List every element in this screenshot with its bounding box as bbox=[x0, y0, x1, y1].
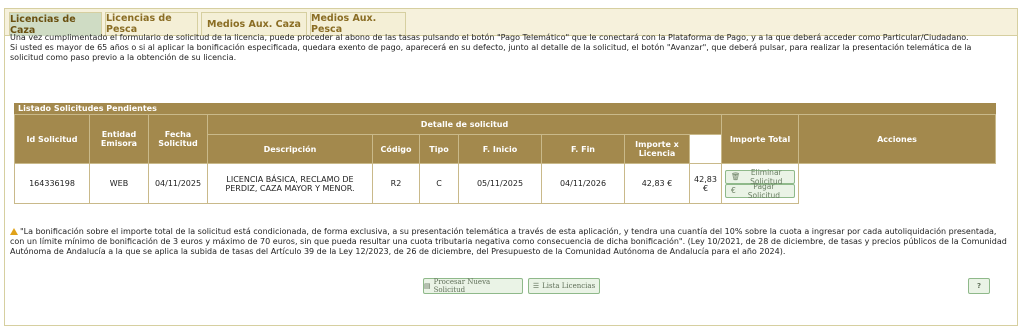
header-tipo: Tipo bbox=[419, 134, 459, 164]
procesar-label: Procesar Nueva Solicitud bbox=[433, 278, 491, 294]
header-entidad: Entidad Emisora bbox=[89, 114, 149, 164]
header-detalle: Detalle de solicitud bbox=[207, 114, 722, 135]
cell-f-inicio: 05/11/2025 bbox=[458, 163, 542, 204]
note-text: "La bonificación sobre el importe total … bbox=[10, 227, 1007, 256]
pagar-label: Pagar Solicitud bbox=[747, 181, 780, 200]
intro-text: Una vez cumplimentado el formulario de s… bbox=[10, 33, 1005, 63]
header-descripcion: Descripción bbox=[207, 134, 373, 164]
tab-medios-aux-pesca[interactable]: Medios Aux. Pesca bbox=[310, 12, 406, 35]
list-icon: ☰ bbox=[532, 282, 540, 290]
cell-f-fin: 04/11/2026 bbox=[541, 163, 625, 204]
cell-tipo: C bbox=[419, 163, 459, 204]
header-id: Id Solicitud bbox=[14, 114, 90, 164]
cell-importe-licencia: 42,83 € bbox=[624, 163, 690, 204]
intro-line-1: Una vez cumplimentado el formulario de s… bbox=[10, 33, 969, 42]
header-acciones: Acciones bbox=[798, 114, 996, 164]
cell-descripcion: LICENCIA BÁSICA, RECLAMO DE PERDIZ, CAZA… bbox=[207, 163, 373, 204]
tab-bar: Licencias de Caza Licencias de Pesca Med… bbox=[5, 9, 1017, 36]
lista-licencias-button[interactable]: ☰ Lista Licencias bbox=[528, 278, 600, 294]
header-codigo: Código bbox=[372, 134, 420, 164]
document-icon: ▤ bbox=[424, 282, 431, 290]
table-caption: Listado Solicitudes Pendientes bbox=[14, 103, 996, 114]
pagar-solicitud-button[interactable]: € Pagar Solicitud bbox=[725, 181, 795, 200]
header-f-fin: F. Fin bbox=[541, 134, 625, 164]
lista-label: Lista Licencias bbox=[542, 282, 596, 290]
table-row: 164336198 WEB 04/11/2025 LICENCIA BÁSICA… bbox=[14, 163, 996, 204]
header-fecha: Fecha Solicitud bbox=[148, 114, 208, 164]
cell-fecha: 04/11/2025 bbox=[148, 163, 208, 204]
cell-importe-total: 42,83 € bbox=[689, 163, 722, 204]
euro-icon: € bbox=[731, 186, 736, 195]
procesar-nueva-solicitud-button[interactable]: ▤ Procesar Nueva Solicitud bbox=[423, 278, 523, 294]
tab-medios-aux-caza[interactable]: Medios Aux. Caza bbox=[201, 12, 307, 35]
header-importe-licencia: Importe x Licencia bbox=[624, 134, 690, 164]
cell-id: 164336198 bbox=[14, 163, 90, 204]
bonificacion-note: "La bonificación sobre el importe total … bbox=[10, 227, 1010, 257]
help-button[interactable]: ? bbox=[968, 278, 990, 294]
cell-codigo: R2 bbox=[372, 163, 420, 204]
trash-icon: 🗑 bbox=[731, 172, 741, 181]
header-f-inicio: F. Inicio bbox=[458, 134, 542, 164]
warning-icon bbox=[10, 228, 18, 235]
pending-requests-table: Id Solicitud Entidad Emisora Fecha Solic… bbox=[14, 114, 996, 204]
cell-entidad: WEB bbox=[89, 163, 149, 204]
intro-line-2: Si usted es mayor de 65 años o si al apl… bbox=[10, 43, 972, 62]
header-importe-total: Importe Total bbox=[721, 114, 799, 164]
cell-acciones: 🗑 Eliminar Solicitud € Pagar Solicitud bbox=[721, 163, 799, 204]
help-label: ? bbox=[976, 282, 982, 290]
tab-licencias-pesca[interactable]: Licencias de Pesca bbox=[105, 12, 198, 35]
